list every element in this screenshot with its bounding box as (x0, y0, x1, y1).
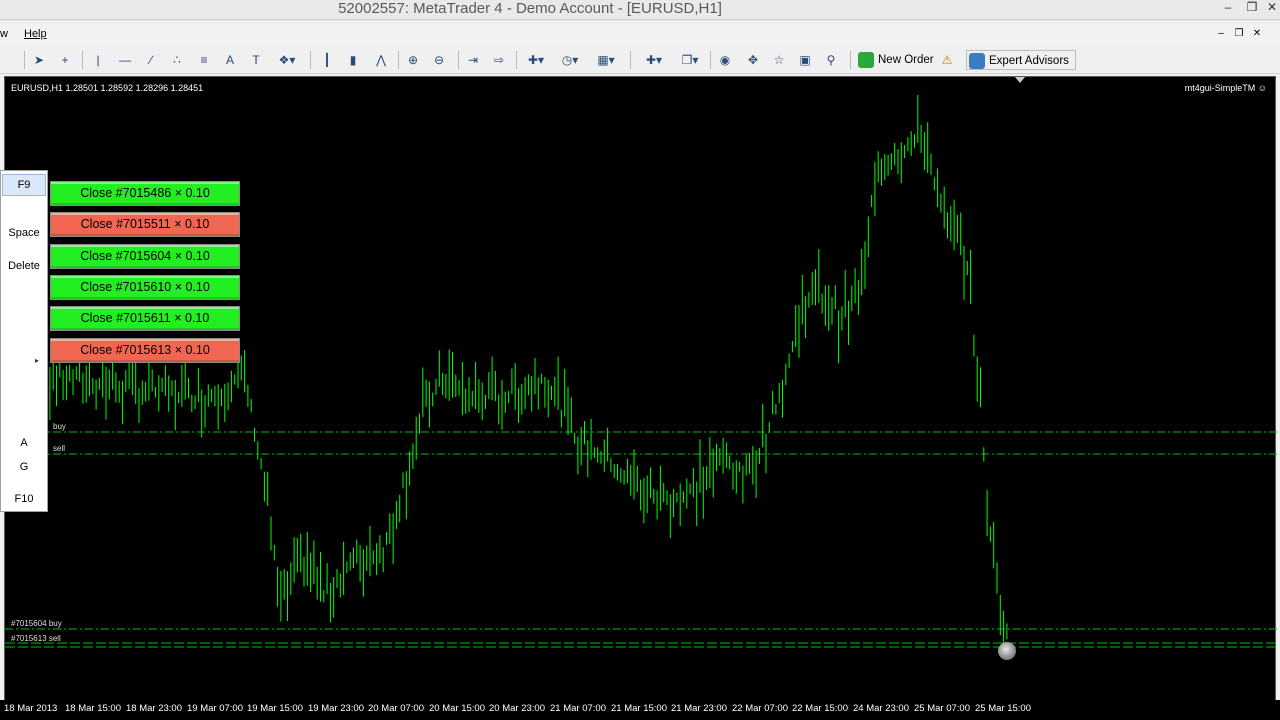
chart-shift-marker-icon (1015, 77, 1025, 83)
bar-chart-icon[interactable]: ┃ (318, 50, 336, 70)
warning-icon[interactable]: ⚠ (938, 50, 956, 70)
close-order-button[interactable]: Close #7015486 × 0.10 (50, 181, 240, 206)
toolbar-separator (458, 51, 459, 69)
navigator-icon[interactable]: ✥ (744, 50, 762, 70)
time-axis-label: 24 Mar 23:00 (853, 703, 909, 714)
close-order-button[interactable]: Close #7015611 × 0.10 (50, 306, 240, 331)
expert-advisor-label: mt4gui-SimpleTM ☺ (1184, 83, 1267, 93)
fibonacci-icon[interactable]: ≡ (195, 50, 213, 70)
toolbar-separator (710, 51, 711, 69)
zoom-out-icon[interactable]: ⊖ (430, 50, 448, 70)
toolbar-separator (398, 51, 399, 69)
mdi-close-icon[interactable]: ✕ (1250, 28, 1264, 40)
line-chart-icon[interactable]: ⋀ (372, 50, 390, 70)
menu-item-window[interactable]: w (0, 28, 8, 40)
new-chart-icon[interactable]: ✚▾ (640, 50, 668, 70)
text-icon[interactable]: A (222, 50, 238, 70)
expert-advisors-icon (969, 53, 985, 69)
close-order-button[interactable]: Close #7015613 × 0.10 (50, 338, 240, 363)
vertical-line-icon[interactable]: | (90, 50, 106, 70)
periods-icon[interactable]: ◷▾ (556, 50, 584, 70)
toolbar-separator (24, 51, 25, 69)
time-axis-label: 19 Mar 07:00 (187, 703, 243, 714)
price-chart[interactable]: EURUSD,H1 1.28501 1.28592 1.28296 1.2845… (4, 76, 1277, 716)
new-order-icon (858, 52, 874, 68)
close-window-button[interactable]: ✕ (1260, 0, 1280, 16)
toolbar-separator (630, 51, 631, 69)
channel-icon[interactable]: ∴ (168, 50, 186, 70)
time-axis-label: 21 Mar 07:00 (550, 703, 606, 714)
order-sell-line-label: #7015613 sell (11, 634, 61, 643)
new-order-label: New Order (878, 54, 934, 66)
close-order-button[interactable]: Close #7015511 × 0.10 (50, 212, 240, 237)
order-marker-icon[interactable] (998, 642, 1016, 660)
shortcut-f10[interactable]: F10 (1, 493, 47, 505)
autoscroll-icon[interactable]: ⇨ (490, 50, 508, 70)
shortcut-a[interactable]: A (9, 437, 39, 449)
submenu-arrow-icon: ▸ (35, 356, 40, 365)
new-order-button[interactable]: New Order (858, 50, 934, 70)
toolbar-separator (310, 51, 311, 69)
menu-bar: w Help (0, 24, 1280, 44)
market-watch-icon[interactable]: ◉ (716, 50, 734, 70)
shortcut-f9[interactable]: F9 (1, 179, 47, 191)
time-axis-label: 21 Mar 15:00 (611, 703, 667, 714)
time-axis-label: 20 Mar 07:00 (368, 703, 424, 714)
time-axis-label: 18 Mar 23:00 (126, 703, 182, 714)
time-axis-label: 25 Mar 07:00 (914, 703, 970, 714)
toolbar: ➤ + | — ∕ ∴ ≡ A T ❖▾ ┃ ▮ ⋀ ⊕ ⊖ ⇥ ⇨ ✚▾ ◷▾… (0, 46, 1280, 74)
cursor-icon[interactable]: ➤ (30, 50, 48, 70)
time-axis-label: 25 Mar 15:00 (975, 703, 1031, 714)
mdi-restore-icon[interactable]: ❐ (1232, 28, 1246, 40)
close-order-button[interactable]: Close #7015604 × 0.10 (50, 244, 240, 269)
crosshair-icon[interactable]: + (56, 50, 74, 70)
close-order-button[interactable]: Close #7015610 × 0.10 (50, 275, 240, 300)
time-axis-label: 18 Mar 15:00 (65, 703, 121, 714)
sell-line-label: sell (53, 444, 66, 453)
shortcut-space[interactable]: Space (1, 227, 47, 239)
mdi-controls: – ❐ ✕ (1214, 28, 1274, 42)
title-bar: 52002557: MetaTrader 4 - Demo Account - … (0, 0, 1280, 20)
window-title: 52002557: MetaTrader 4 - Demo Account - … (338, 0, 722, 17)
horizontal-line-icon[interactable]: — (116, 50, 134, 70)
time-axis-label: 20 Mar 15:00 (429, 703, 485, 714)
strategy-tester-icon[interactable]: ⚲ (822, 50, 840, 70)
zoom-in-icon[interactable]: ⊕ (404, 50, 422, 70)
expert-advisors-button[interactable]: Expert Advisors (966, 50, 1076, 70)
order-buy-line-label: #7015604 buy (11, 619, 62, 628)
expert-advisors-label: Expert Advisors (989, 55, 1069, 67)
templates-icon[interactable]: ▦▾ (592, 50, 620, 70)
toolbar-separator (850, 51, 851, 69)
time-axis-label: 19 Mar 23:00 (308, 703, 364, 714)
profiles-icon[interactable]: ❐▾ (676, 50, 704, 70)
menu-item-help[interactable]: Help (24, 28, 47, 40)
data-window-icon[interactable]: ☆ (770, 50, 788, 70)
time-axis-label: 22 Mar 07:00 (732, 703, 788, 714)
indicators-icon[interactable]: ✚▾ (522, 50, 550, 70)
shortcut-g[interactable]: G (9, 461, 39, 473)
shortcut-panel: F9 Space Delete ▸ A G F10 (0, 170, 48, 512)
time-axis-label: 22 Mar 15:00 (792, 703, 848, 714)
candlestick-icon[interactable]: ▮ (344, 50, 362, 70)
terminal-icon[interactable]: ▣ (796, 50, 814, 70)
time-axis-label: 19 Mar 15:00 (247, 703, 303, 714)
buy-line-label: buy (53, 422, 66, 431)
arrows-icon[interactable]: ❖▾ (274, 50, 300, 70)
mdi-minimize-icon[interactable]: – (1214, 28, 1228, 40)
time-axis-label: 18 Mar 2013 (4, 703, 58, 714)
price-bars-svg (5, 77, 1277, 654)
toolbar-separator (516, 51, 517, 69)
symbol-info: EURUSD,H1 1.28501 1.28592 1.28296 1.2845… (11, 83, 204, 93)
chart-shift-icon[interactable]: ⇥ (464, 50, 482, 70)
shortcut-delete[interactable]: Delete (1, 260, 47, 272)
text-label-icon[interactable]: T (248, 50, 264, 70)
minimize-button[interactable]: – (1216, 0, 1240, 16)
time-axis-label: 21 Mar 23:00 (671, 703, 727, 714)
trendline-icon[interactable]: ∕ (142, 50, 160, 70)
time-axis-label: 20 Mar 23:00 (489, 703, 545, 714)
toolbar-separator (82, 51, 83, 69)
